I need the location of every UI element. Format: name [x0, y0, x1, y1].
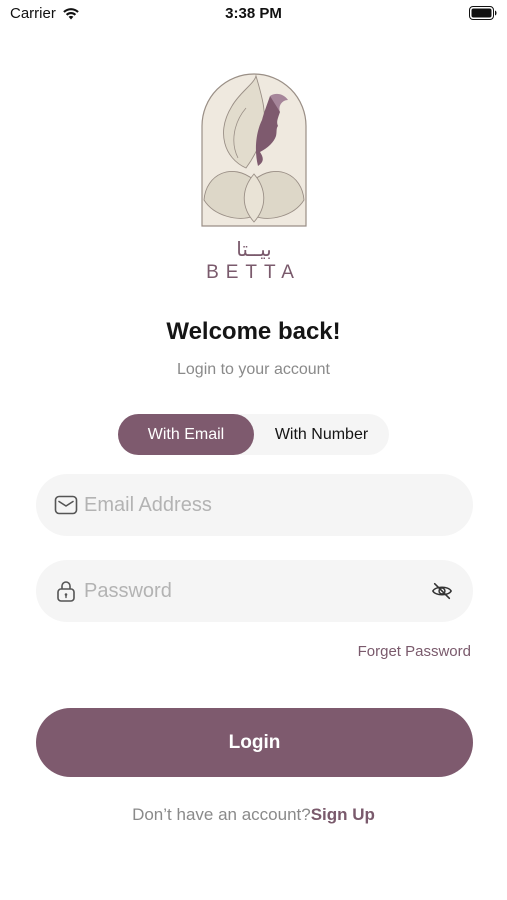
signup-link[interactable]: Sign Up	[311, 805, 375, 824]
envelope-icon	[54, 495, 78, 515]
page-subtitle: Login to your account	[177, 361, 330, 378]
battery-icon	[469, 6, 497, 20]
eye-off-icon[interactable]	[431, 580, 453, 602]
tab-with-number[interactable]: With Number	[254, 414, 389, 455]
login-mode-toggle: With Email With Number	[118, 414, 389, 455]
password-field[interactable]	[36, 560, 473, 622]
login-button[interactable]: Login	[36, 708, 473, 777]
email-field[interactable]	[36, 474, 473, 536]
forget-password-link[interactable]: Forget Password	[358, 643, 471, 660]
email-input[interactable]	[84, 474, 414, 536]
tab-with-email[interactable]: With Email	[118, 414, 254, 455]
signup-prompt: Don’t have an account?	[132, 805, 311, 824]
page-title: Welcome back!	[166, 318, 341, 345]
brand-name: BETTA	[206, 262, 301, 283]
signup-row: Don’t have an account?Sign Up	[0, 805, 507, 825]
logo-arabic-text: بيــتا	[236, 237, 271, 261]
password-input[interactable]	[84, 560, 414, 622]
betta-logo: بيــتا	[201, 73, 307, 261]
lock-icon	[57, 581, 75, 602]
status-bar: Carrier 3:38 PM	[0, 0, 507, 30]
status-time: 3:38 PM	[225, 5, 282, 22]
